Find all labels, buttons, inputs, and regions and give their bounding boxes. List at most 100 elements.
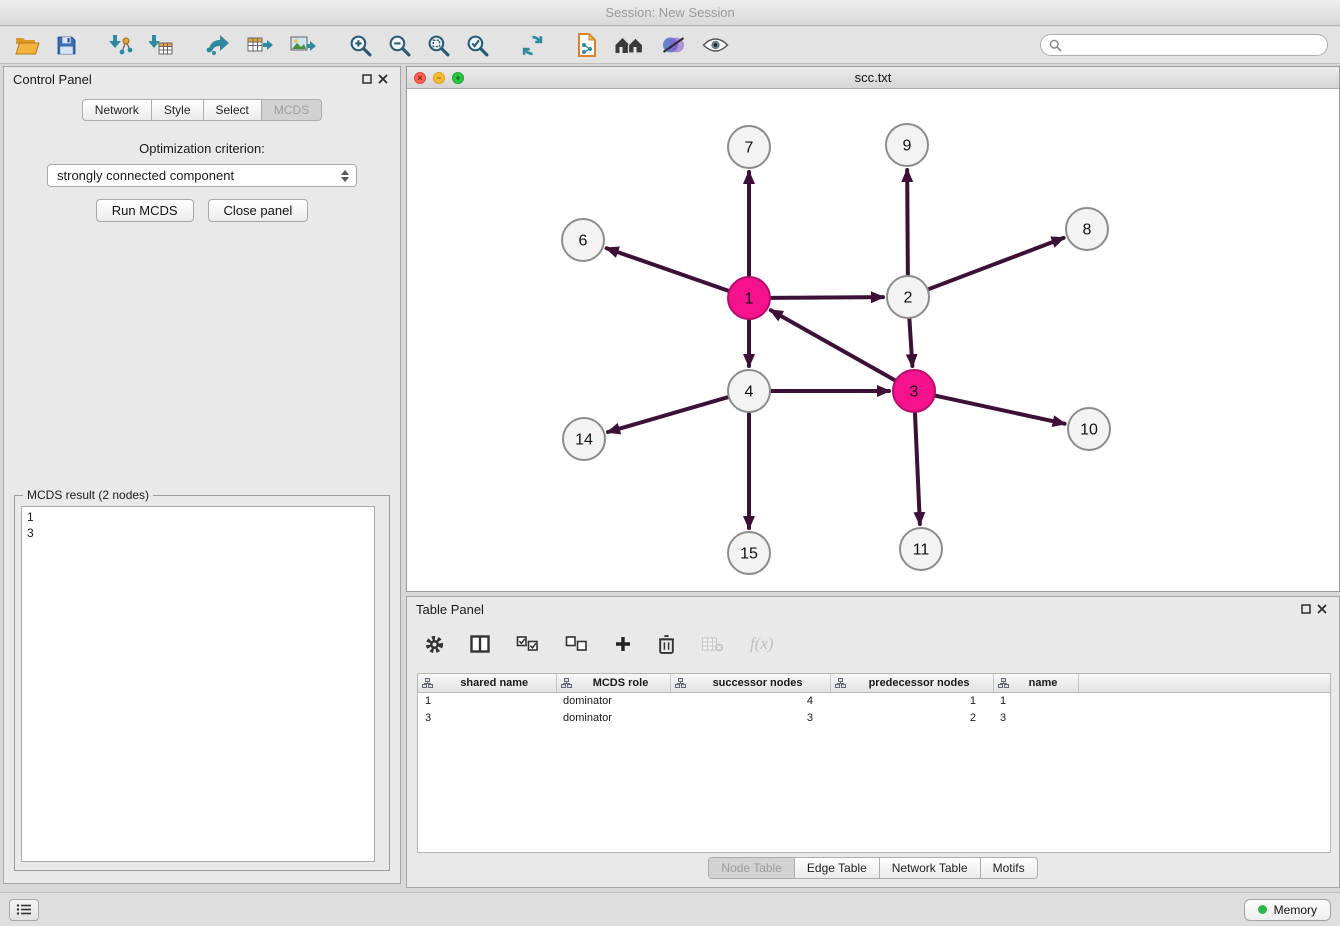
mcds-result-line: 3 [27, 525, 369, 541]
network-graph-canvas[interactable]: 7968124314101511 [407, 89, 1339, 591]
tab-style[interactable]: Style [152, 99, 204, 121]
cell-shared-name[interactable]: 1 [418, 692, 556, 709]
column-sort-icon [561, 678, 572, 688]
column-header-mcds-role[interactable]: MCDS role [556, 674, 670, 692]
control-panel-tabs: Network Style Select MCDS [4, 99, 400, 121]
optimization-criterion-label: Optimization criterion: [4, 141, 400, 156]
column-header-name[interactable]: name [993, 674, 1078, 692]
table-settings-gear-icon[interactable] [423, 633, 446, 656]
zoom-selected-icon[interactable] [464, 32, 491, 59]
close-table-panel-icon[interactable] [1314, 602, 1330, 616]
window-title: Session: New Session [605, 5, 734, 20]
tab-node-table[interactable]: Node Table [708, 857, 795, 879]
column-sort-icon [998, 678, 1009, 688]
cell-successor-nodes[interactable]: 3 [670, 709, 830, 726]
import-table-file-icon[interactable] [147, 32, 175, 58]
graph-edge-4-14[interactable] [608, 397, 728, 432]
table-row[interactable]: 3 dominator 3 2 3 [418, 709, 1330, 726]
graph-edge-3-11[interactable] [915, 413, 920, 524]
show-graphics-details-icon[interactable] [700, 34, 731, 56]
memory-button[interactable]: Memory [1244, 899, 1331, 921]
tab-network-table[interactable]: Network Table [880, 857, 981, 879]
cell-name[interactable]: 3 [993, 709, 1078, 726]
deselect-all-rows-icon[interactable] [563, 634, 590, 654]
graph-node-label-1: 1 [745, 291, 754, 308]
float-panel-icon[interactable] [359, 72, 375, 86]
tab-mcds[interactable]: MCDS [262, 99, 322, 121]
cell-predecessor-nodes[interactable]: 2 [830, 709, 993, 726]
column-header-predecessor-nodes[interactable]: predecessor nodes [830, 674, 993, 692]
window-titlebar: Session: New Session [0, 0, 1340, 26]
network-window-titlebar[interactable]: × − + scc.txt [407, 67, 1339, 89]
graph-node-label-11: 11 [913, 542, 930, 559]
graph-edge-3-1[interactable] [771, 310, 895, 380]
graph-edge-3-10[interactable] [935, 396, 1064, 424]
search-icon [1049, 39, 1062, 52]
zoom-group [347, 32, 491, 59]
cell-shared-name[interactable]: 3 [418, 709, 556, 726]
export-table-icon[interactable] [245, 32, 276, 58]
delete-column-icon[interactable] [656, 632, 677, 656]
run-mcds-button[interactable]: Run MCDS [96, 199, 194, 222]
float-table-panel-icon[interactable] [1298, 602, 1314, 616]
maximize-window-icon[interactable]: + [452, 72, 464, 84]
function-builder-icon[interactable]: f(x) [748, 632, 776, 656]
minimize-window-icon[interactable]: − [433, 72, 445, 84]
zoom-out-icon[interactable] [386, 32, 413, 59]
graph-node-label-2: 2 [904, 290, 913, 307]
graph-edge-2-9[interactable] [907, 170, 908, 275]
graph-edge-1-6[interactable] [607, 248, 729, 290]
mcds-result-list[interactable]: 1 3 [21, 506, 375, 862]
export-network-icon[interactable] [203, 32, 233, 58]
cell-predecessor-nodes[interactable]: 1 [830, 692, 993, 709]
cell-successor-nodes[interactable]: 4 [670, 692, 830, 709]
tab-motifs[interactable]: Motifs [981, 857, 1038, 879]
refresh-group [519, 32, 546, 59]
close-window-icon[interactable]: × [414, 72, 426, 84]
table-panel: Table Panel [406, 596, 1340, 888]
zoom-fit-icon[interactable] [425, 32, 452, 59]
tab-edge-table[interactable]: Edge Table [795, 857, 880, 879]
import-group [107, 32, 175, 58]
mcds-result-title: MCDS result (2 nodes) [23, 488, 153, 502]
import-network-file-icon[interactable] [107, 32, 135, 58]
node-table[interactable]: shared name MCDS role successor nodes pr… [417, 673, 1331, 853]
select-all-rows-icon[interactable] [514, 634, 541, 654]
table-panel-title: Table Panel [416, 602, 484, 617]
open-file-icon[interactable] [12, 33, 42, 58]
cell-mcds-role[interactable]: dominator [556, 709, 670, 726]
criterion-dropdown[interactable]: strongly connected component [47, 164, 357, 187]
tab-network[interactable]: Network [82, 99, 152, 121]
create-column-icon[interactable] [612, 633, 634, 655]
close-panel-icon[interactable] [375, 72, 391, 86]
task-history-icon[interactable] [9, 899, 39, 921]
delete-table-icon[interactable] [699, 634, 726, 654]
table-panel-tabs: Node Table Edge Table Network Table Moti… [407, 857, 1339, 879]
table-row[interactable]: 1 dominator 4 1 1 [418, 692, 1330, 709]
dropdown-stepper-icon [339, 170, 351, 182]
column-header-successor-nodes[interactable]: successor nodes [670, 674, 830, 692]
show-columns-icon[interactable] [468, 633, 492, 655]
save-session-icon[interactable] [54, 33, 79, 58]
apply-preferred-layout-icon[interactable] [612, 33, 647, 57]
tab-select[interactable]: Select [204, 99, 262, 121]
control-panel-header: Control Panel [4, 67, 400, 91]
refresh-layout-icon[interactable] [519, 32, 546, 59]
zoom-in-icon[interactable] [347, 32, 374, 59]
search-input[interactable] [1068, 37, 1319, 53]
close-panel-button[interactable]: Close panel [208, 199, 309, 222]
cell-mcds-role[interactable]: dominator [556, 692, 670, 709]
cell-name[interactable]: 1 [993, 692, 1078, 709]
column-header-filler [1078, 674, 1330, 692]
export-image-icon[interactable] [288, 32, 319, 58]
column-header-shared-name[interactable]: shared name [418, 674, 556, 692]
graph-edge-1-2[interactable] [771, 297, 883, 298]
graph-edge-2-3[interactable] [909, 319, 912, 366]
graph-edge-2-8[interactable] [929, 238, 1064, 289]
memory-status-icon [1258, 905, 1267, 914]
control-panel-title: Control Panel [13, 72, 92, 87]
new-network-from-selection-icon[interactable] [574, 31, 600, 59]
column-sort-icon [422, 678, 433, 688]
visual-styles-icon[interactable] [659, 33, 688, 57]
graph-node-label-8: 8 [1083, 222, 1092, 239]
